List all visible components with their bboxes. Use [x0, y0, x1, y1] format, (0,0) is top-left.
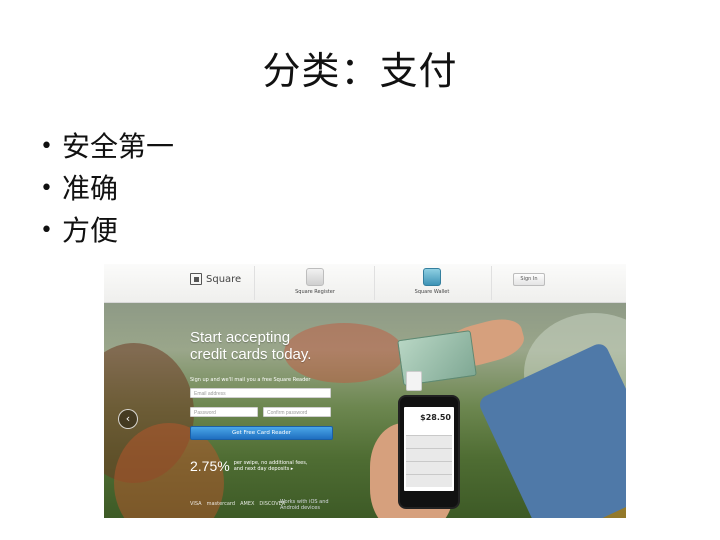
rate-info: 2.75% per swipe, no additional fees, and… [190, 458, 314, 474]
phone-screen: $28.50 [404, 407, 454, 491]
keypad-graphic [406, 435, 452, 487]
nav-item-label: Square Register [295, 289, 335, 295]
headline-line-1: Start accepting [190, 329, 291, 346]
square-logo-icon [190, 273, 202, 285]
accepted-cards: VISA mastercard AMEX DISCOVER [190, 501, 285, 507]
get-free-card-reader-button[interactable]: Get Free Card Reader [190, 426, 333, 440]
bullet-text: 方便 [62, 214, 119, 247]
mastercard-logo: mastercard [206, 501, 236, 507]
logo-text: Square [206, 273, 242, 285]
visa-logo: VISA [190, 501, 202, 507]
register-icon [306, 268, 324, 286]
bullet-text: 准确 [62, 172, 119, 205]
confirm-password-field[interactable]: Confirm password [263, 407, 331, 417]
email-field[interactable]: Email address [190, 388, 331, 398]
sleeve-shape [476, 340, 626, 518]
bullet-item: • 安全第一 [40, 126, 174, 168]
rate-value: 2.75% [190, 458, 230, 474]
headline-line-2: credit cards today. [190, 346, 312, 363]
rate-description-text: per swipe, no additional fees, and next … [233, 460, 308, 472]
nav-item-square-register[interactable]: Square Register [280, 268, 350, 295]
nav-item-label: Square Wallet [414, 289, 450, 295]
amex-logo: AMEX [240, 501, 255, 507]
card-reader-image [406, 371, 422, 391]
password-field[interactable]: Password [190, 407, 258, 417]
bullet-text: 安全第一 [62, 130, 175, 163]
carousel-prev-icon[interactable]: ‹ [118, 409, 138, 429]
top-nav: Square Square Register Square Wallet Sig… [104, 264, 626, 303]
hero-banner: ‹ › Start accepting credit cards today. … [104, 303, 626, 518]
signup-note: Sign up and we'll mail you a free Square… [190, 377, 311, 383]
square-website-screenshot: Square Square Register Square Wallet Sig… [104, 264, 626, 518]
hero-headline: Start accepting credit cards today. [190, 329, 311, 363]
phone-image: $28.50 [398, 395, 460, 509]
rate-description-arrow-icon[interactable]: ▸ [291, 466, 294, 472]
sign-in-button[interactable]: Sign In [513, 273, 545, 286]
device-compat-note: Works with iOS and Android devices [280, 499, 329, 511]
payment-amount: $28.50 [420, 413, 451, 422]
wallet-icon [423, 268, 441, 286]
bullet-item: • 准确 [40, 168, 174, 210]
square-logo[interactable]: Square [190, 273, 241, 285]
bullet-list: • 安全第一 • 准确 • 方便 [40, 126, 174, 252]
bullet-item: • 方便 [40, 210, 174, 252]
nav-divider [374, 266, 375, 300]
nav-divider [254, 266, 255, 300]
slide-title: 分类：支付 [262, 49, 458, 93]
nav-item-square-wallet[interactable]: Square Wallet [397, 268, 467, 295]
nav-divider [491, 266, 492, 300]
rate-description: per swipe, no additional fees, and next … [234, 460, 314, 472]
